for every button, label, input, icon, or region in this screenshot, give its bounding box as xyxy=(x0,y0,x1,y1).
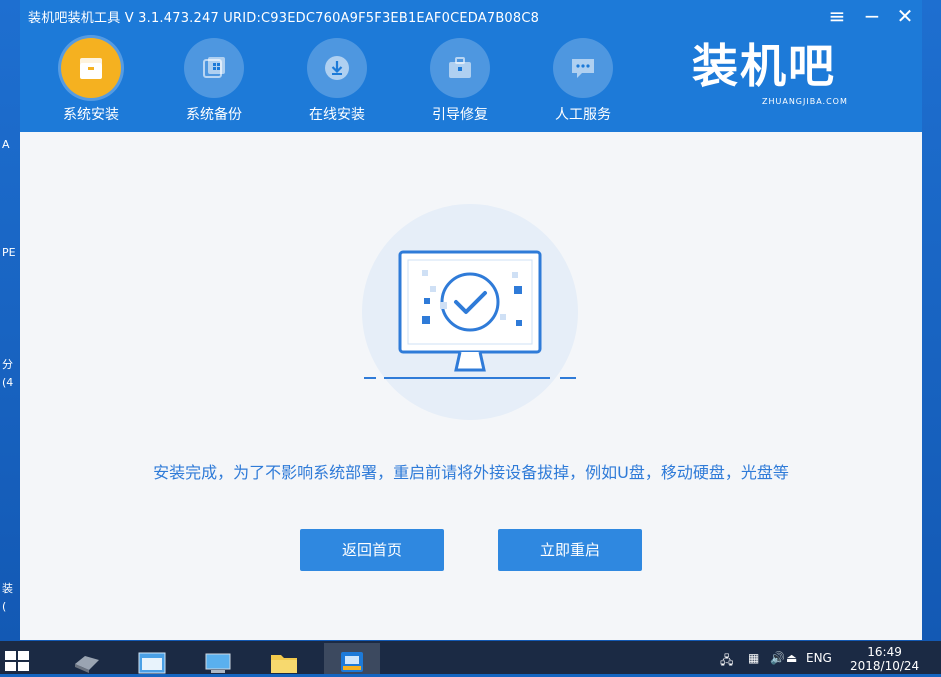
main-content: 安装完成，为了不影响系统部署，重启前请将外接设备拔掉，例如U盘，移动硬盘，光盘等… xyxy=(20,132,922,640)
tab-label: 人工服务 xyxy=(555,107,611,123)
windows-logo-icon xyxy=(5,651,29,671)
tab-online-install[interactable]: 在线安装 xyxy=(291,38,383,124)
taskbar-installer-app[interactable] xyxy=(324,643,380,674)
window-title: 装机吧装机工具 V 3.1.473.247 URID:C93EDC760A9F5… xyxy=(28,11,540,26)
tab-label: 引导修复 xyxy=(432,107,488,123)
volume-icon[interactable]: 🔊 xyxy=(770,651,785,665)
download-icon xyxy=(325,56,349,80)
taskbar-folder-app[interactable] xyxy=(256,643,312,674)
desktop-fragment: ( xyxy=(2,600,7,613)
close-icon: ✕ xyxy=(896,4,914,28)
taskbar: 🖧 ▦ 🔊 ⏏ ENG 16:49 2018/10/24 xyxy=(0,641,941,674)
chat-icon xyxy=(572,59,594,78)
network-icon[interactable]: 🖧 xyxy=(720,651,733,672)
taskbar-drive-app[interactable] xyxy=(58,643,114,674)
taskbar-computer-app[interactable] xyxy=(190,643,246,674)
computer-icon xyxy=(205,653,231,673)
tab-boot-repair[interactable]: 引导修复 xyxy=(414,38,506,124)
tab-label: 在线安装 xyxy=(309,107,365,123)
toolbox-icon xyxy=(449,57,471,78)
restart-now-button[interactable]: 立即重启 xyxy=(498,529,642,571)
clock-time: 16:49 xyxy=(867,645,902,659)
tab-system-install[interactable]: 系统安装 xyxy=(45,38,137,124)
install-complete-monitor-icon xyxy=(364,250,576,379)
language-indicator[interactable]: ENG xyxy=(806,651,832,665)
desktop-fragment: PE xyxy=(2,246,16,259)
clock-date: 2018/10/24 xyxy=(850,659,920,673)
minimize-button[interactable]: − xyxy=(858,3,886,29)
desktop-fragment: 分 xyxy=(2,358,13,371)
start-button[interactable] xyxy=(4,649,30,673)
back-home-button[interactable]: 返回首页 xyxy=(300,529,444,571)
tab-label: 系统安装 xyxy=(63,107,119,123)
close-button[interactable]: ✕ xyxy=(891,3,919,29)
window-app-icon xyxy=(138,652,166,674)
taskbar-clock[interactable]: 16:49 2018/10/24 xyxy=(850,645,919,673)
logo-text: 装机吧 xyxy=(692,39,836,93)
brand-logo: 装机吧 ZHUANGJIBA.COM xyxy=(692,40,872,110)
installer-window: 装机吧装机工具 V 3.1.473.247 URID:C93EDC760A9F5… xyxy=(20,0,922,640)
desktop-fragment: A xyxy=(2,138,10,151)
desktop-fragment: (4 xyxy=(2,376,14,389)
completion-message: 安装完成，为了不影响系统部署，重启前请将外接设备拔掉，例如U盘，移动硬盘，光盘等 xyxy=(153,463,789,482)
tab-label: 系统备份 xyxy=(186,107,242,123)
title-bar[interactable]: 装机吧装机工具 V 3.1.473.247 URID:C93EDC760A9F5… xyxy=(20,0,922,32)
menu-icon: ≡ xyxy=(828,4,846,28)
taskbar-window-app[interactable] xyxy=(124,643,180,674)
logo-subtext: ZHUANGJIBA.COM xyxy=(762,97,848,106)
usb-icon[interactable]: ⏏ xyxy=(786,651,797,665)
tab-human-service[interactable]: 人工服务 xyxy=(537,38,629,124)
color-app-icon[interactable]: ▦ xyxy=(748,651,759,665)
desktop-fragment: 装 xyxy=(2,582,13,595)
folder-icon xyxy=(271,655,297,673)
minimize-icon: − xyxy=(863,4,881,28)
installer-app-icon xyxy=(341,652,363,672)
backup-icon xyxy=(203,57,225,78)
tab-system-backup[interactable]: 系统备份 xyxy=(168,38,260,124)
install-icon xyxy=(80,58,102,79)
drive-icon xyxy=(75,656,99,673)
menu-button[interactable]: ≡ xyxy=(823,3,851,29)
